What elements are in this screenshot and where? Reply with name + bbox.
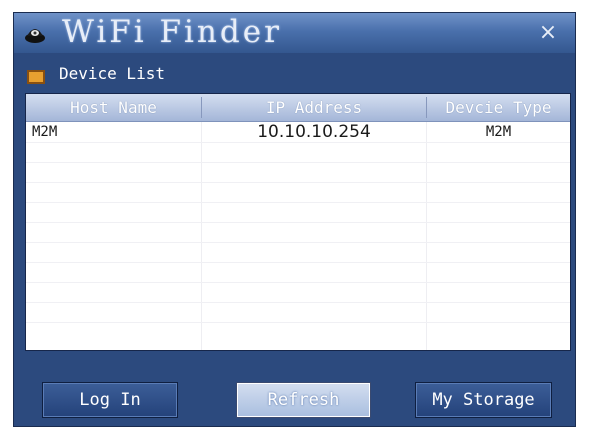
window-title: WiFi Finder [62,14,282,50]
grid-line [26,182,570,183]
cell-host-name[interactable]: M2M [32,122,57,142]
column-header-device-type[interactable]: Devcie Type [427,94,570,121]
table-header: Host Name IP Address Devcie Type [26,94,570,122]
grid-line [26,162,570,163]
title-bar[interactable]: WiFi Finder × [14,13,575,53]
refresh-button[interactable]: Refresh [236,382,371,418]
column-header-ip-address[interactable]: IP Address [202,94,426,121]
grid-line [26,222,570,223]
cell-ip-address[interactable]: 10.10.10.254 [202,122,426,142]
grid-line [26,142,570,143]
wifi-router-icon [25,29,45,43]
grid-line [26,262,570,263]
grid-line [201,122,202,350]
wifi-finder-window: WiFi Finder × Device List Host Name IP A… [13,12,576,427]
device-list-label: Device List [59,64,165,83]
close-button[interactable]: × [536,21,560,45]
column-header-host-name[interactable]: Host Name [26,94,201,121]
grid-line [426,122,427,350]
grid-line [26,242,570,243]
cell-device-type[interactable]: M2M [427,122,570,142]
log-in-button[interactable]: Log In [42,382,178,418]
grid-line [26,302,570,303]
grid-line [26,202,570,203]
device-list-table[interactable]: Host Name IP Address Devcie Type M2M 10.… [25,93,571,351]
grid-line [26,282,570,283]
folder-icon [27,70,45,84]
my-storage-button[interactable]: My Storage [415,382,552,418]
grid-line [26,322,570,323]
